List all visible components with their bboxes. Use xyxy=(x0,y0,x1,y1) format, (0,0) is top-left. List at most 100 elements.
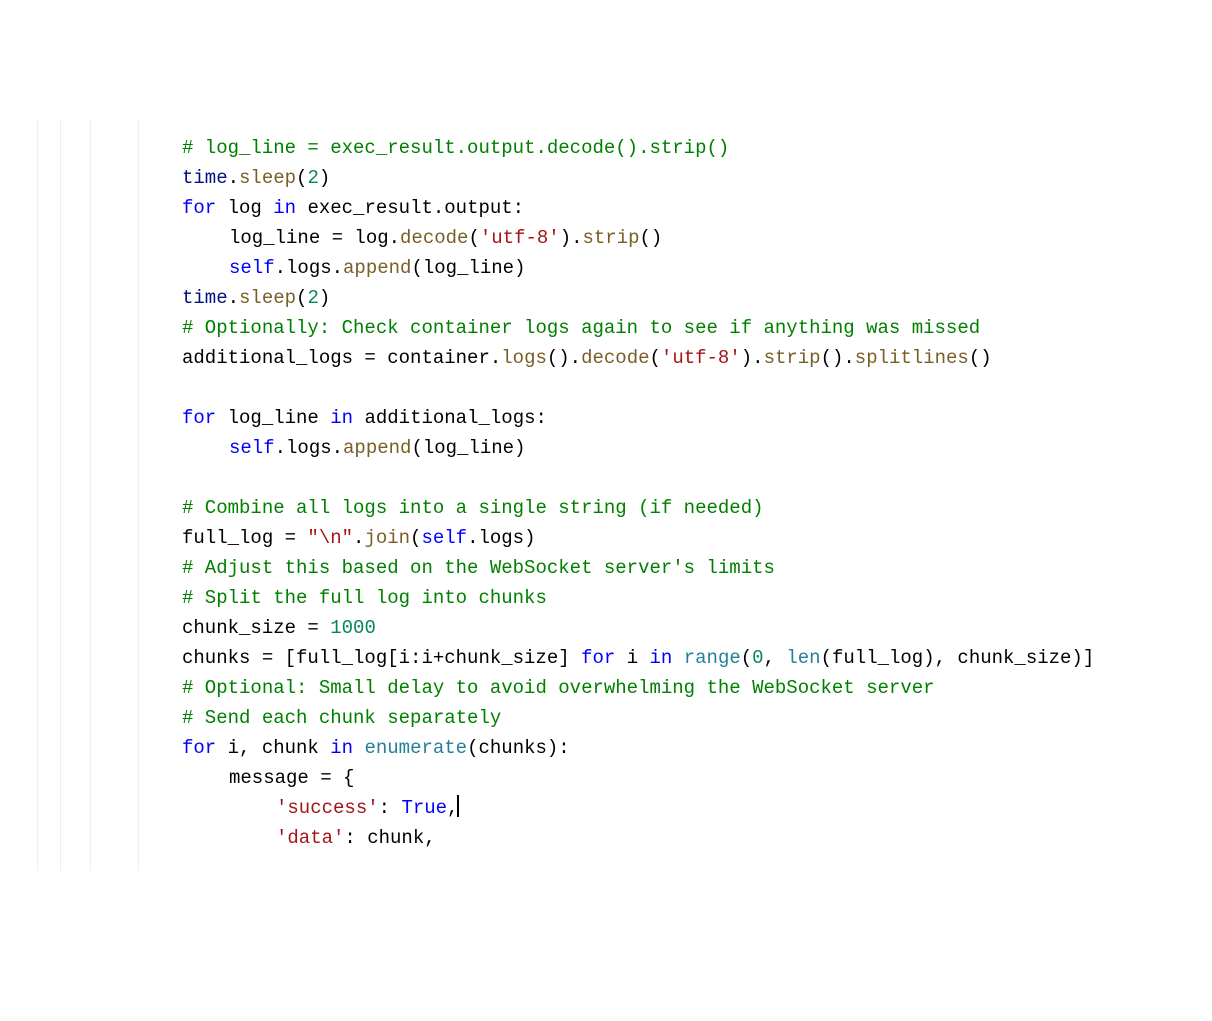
token-keyword: for xyxy=(182,407,216,429)
token-default: () xyxy=(640,227,663,249)
code-line[interactable]: additional_logs = container.logs().decod… xyxy=(0,343,1094,373)
token-func: strip xyxy=(764,347,821,369)
token-func: sleep xyxy=(239,287,296,309)
code-editor[interactable]: # log_line = exec_result.output.decode()… xyxy=(0,120,1212,871)
code-line[interactable]: # Split the full log into chunks xyxy=(0,583,1094,613)
code-line[interactable]: # Optional: Small delay to avoid overwhe… xyxy=(0,673,1094,703)
token-default: () xyxy=(969,347,992,369)
token-default: (full_log), chunk_size)] xyxy=(821,647,1095,669)
token-comment: # Optionally: Check container logs again… xyxy=(182,317,980,339)
token-default: ) xyxy=(319,167,330,189)
token-default: message = { xyxy=(229,767,354,789)
token-default: (). xyxy=(547,347,581,369)
token-default: .logs. xyxy=(275,257,343,279)
token-number: 0 xyxy=(752,647,763,669)
token-keyword: in xyxy=(330,737,353,759)
token-builtin: len xyxy=(786,647,820,669)
token-builtin: range xyxy=(684,647,741,669)
token-default: additional_logs = container. xyxy=(182,347,501,369)
code-line[interactable]: log_line = log.decode('utf-8').strip() xyxy=(0,223,1094,253)
code-line[interactable]: for log_line in additional_logs: xyxy=(0,403,1094,433)
code-line[interactable]: 'data': chunk, xyxy=(0,823,1094,853)
token-default: . xyxy=(353,527,364,549)
token-default: ). xyxy=(560,227,583,249)
token-keyword: for xyxy=(182,737,216,759)
token-self: self xyxy=(421,527,467,549)
code-content[interactable]: # log_line = exec_result.output.decode()… xyxy=(0,133,1094,853)
token-default: .logs. xyxy=(275,437,343,459)
token-default: log_line = log. xyxy=(229,227,400,249)
code-line[interactable]: for log in exec_result.output: xyxy=(0,193,1094,223)
token-func: splitlines xyxy=(855,347,969,369)
token-comment: # log_line = exec_result.output.decode()… xyxy=(182,137,729,159)
text-cursor xyxy=(457,795,459,817)
code-line[interactable]: # Adjust this based on the WebSocket ser… xyxy=(0,553,1094,583)
token-keyword: for xyxy=(581,647,615,669)
code-line[interactable]: self.logs.append(log_line) xyxy=(0,433,1094,463)
token-comment: # Optional: Small delay to avoid overwhe… xyxy=(182,677,935,699)
code-line[interactable]: message = { xyxy=(0,763,1094,793)
token-obj: time xyxy=(182,167,228,189)
code-line[interactable] xyxy=(0,463,1094,493)
token-string: 'utf-8' xyxy=(480,227,560,249)
token-keyword: in xyxy=(650,647,673,669)
token-string: 'utf-8' xyxy=(661,347,741,369)
token-obj: time xyxy=(182,287,228,309)
token-default: . xyxy=(228,287,239,309)
token-func: decode xyxy=(581,347,649,369)
token-func: join xyxy=(364,527,410,549)
token-keyword: in xyxy=(330,407,353,429)
token-keyword: for xyxy=(182,197,216,219)
token-default: log xyxy=(216,197,273,219)
token-self: self xyxy=(229,257,275,279)
code-line[interactable]: # Combine all logs into a single string … xyxy=(0,493,1094,523)
code-line[interactable]: for i, chunk in enumerate(chunks): xyxy=(0,733,1094,763)
token-default: log_line xyxy=(216,407,330,429)
token-self: self xyxy=(229,437,275,459)
token-number: 1000 xyxy=(330,617,376,639)
token-default xyxy=(672,647,683,669)
token-default: i xyxy=(615,647,649,669)
token-builtin: enumerate xyxy=(364,737,467,759)
code-line[interactable]: # log_line = exec_result.output.decode()… xyxy=(0,133,1094,163)
code-line[interactable]: full_log = "\n".join(self.logs) xyxy=(0,523,1094,553)
token-default: ( xyxy=(741,647,752,669)
token-default: , xyxy=(764,647,787,669)
token-string: 'success' xyxy=(276,797,379,819)
token-default: full_log = xyxy=(182,527,307,549)
code-line[interactable]: # Optionally: Check container logs again… xyxy=(0,313,1094,343)
token-default: ( xyxy=(410,527,421,549)
code-line[interactable]: chunk_size = 1000 xyxy=(0,613,1094,643)
token-default: .logs) xyxy=(467,527,535,549)
code-line[interactable] xyxy=(0,373,1094,403)
token-func: append xyxy=(343,257,411,279)
token-default: (). xyxy=(821,347,855,369)
token-number: 2 xyxy=(307,167,318,189)
token-default: additional_logs: xyxy=(353,407,547,429)
code-line[interactable]: # Send each chunk separately xyxy=(0,703,1094,733)
token-default: ( xyxy=(650,347,661,369)
token-default: : xyxy=(379,797,402,819)
token-comment: # Send each chunk separately xyxy=(182,707,501,729)
token-default: : chunk, xyxy=(344,827,435,849)
code-line[interactable]: 'success': True, xyxy=(0,793,1094,823)
token-comment: # Split the full log into chunks xyxy=(182,587,547,609)
code-line[interactable]: self.logs.append(log_line) xyxy=(0,253,1094,283)
token-default: ). xyxy=(741,347,764,369)
token-default: (log_line) xyxy=(411,257,525,279)
token-default: (log_line) xyxy=(411,437,525,459)
token-keyword: in xyxy=(273,197,296,219)
token-comment: # Combine all logs into a single string … xyxy=(182,497,764,519)
code-line[interactable]: time.sleep(2) xyxy=(0,283,1094,313)
token-default: chunks = [full_log[i:i+chunk_size] xyxy=(182,647,581,669)
token-func: logs xyxy=(501,347,547,369)
token-default: . xyxy=(228,167,239,189)
token-string: "\n" xyxy=(307,527,353,549)
token-func: append xyxy=(343,437,411,459)
code-line[interactable]: time.sleep(2) xyxy=(0,163,1094,193)
token-default: ( xyxy=(468,227,479,249)
token-default: (chunks): xyxy=(467,737,570,759)
code-line[interactable]: chunks = [full_log[i:i+chunk_size] for i… xyxy=(0,643,1094,673)
token-default: ( xyxy=(296,287,307,309)
token-func: decode xyxy=(400,227,468,249)
